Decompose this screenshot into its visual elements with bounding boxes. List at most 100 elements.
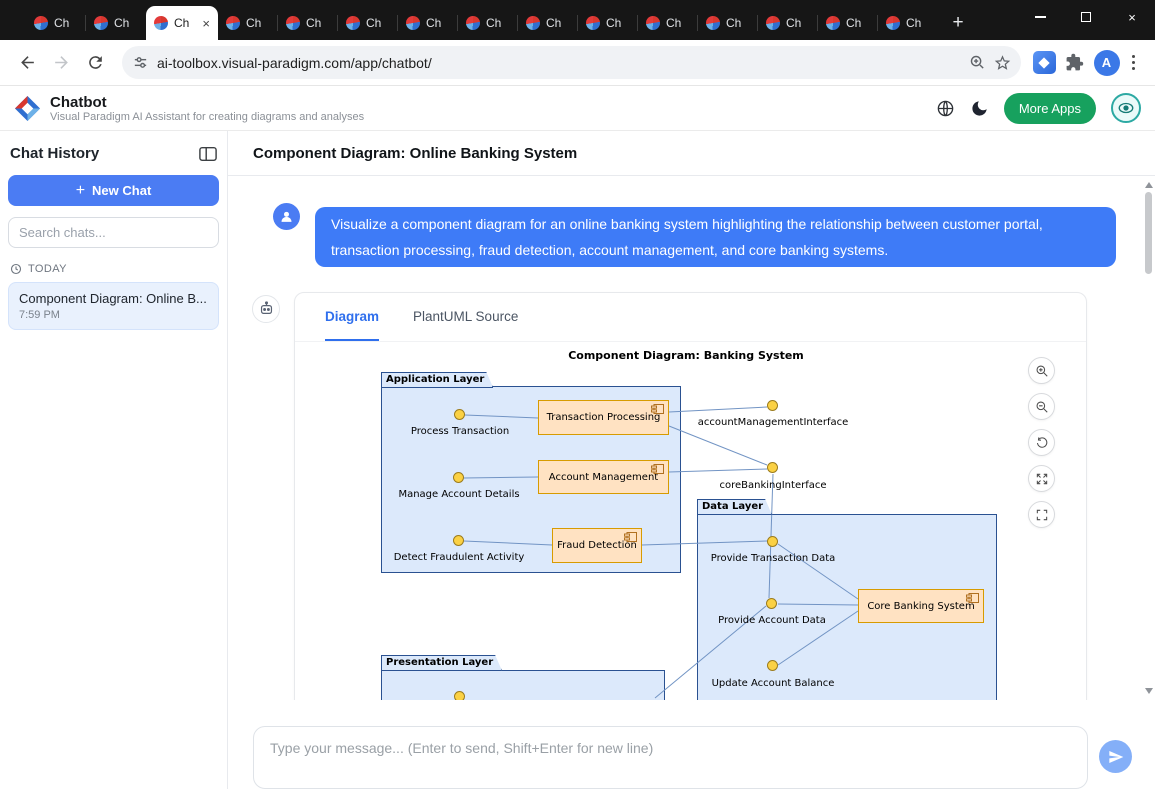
scrollbar-thumb[interactable] bbox=[1145, 192, 1152, 274]
zoom-in-icon[interactable] bbox=[1028, 357, 1055, 384]
collapse-sidebar-icon[interactable] bbox=[199, 146, 217, 162]
user-avatar bbox=[273, 203, 300, 230]
browser-tab[interactable]: Ch bbox=[638, 6, 698, 40]
clock-icon bbox=[10, 263, 22, 275]
sidebar-title: Chat History bbox=[10, 145, 99, 162]
tab-title: Ch bbox=[54, 16, 69, 30]
app-title-block: Chatbot Visual Paradigm AI Assistant for… bbox=[50, 94, 364, 123]
bookmark-star-icon[interactable] bbox=[994, 54, 1011, 71]
interface-core-banking bbox=[767, 462, 778, 473]
tab-title: Ch bbox=[306, 16, 321, 30]
port-manage-account-details bbox=[453, 472, 464, 483]
browser-tab[interactable]: Ch bbox=[86, 6, 146, 40]
profile-avatar[interactable]: A bbox=[1094, 50, 1120, 76]
interface-label: accountManagementInterface bbox=[698, 417, 848, 428]
site-favicon-icon bbox=[286, 16, 300, 30]
pinned-extension-icon[interactable] bbox=[1033, 51, 1056, 74]
browser-tab-active[interactable]: Ch × bbox=[146, 6, 218, 40]
message-input[interactable] bbox=[253, 726, 1088, 789]
browser-tab[interactable]: Ch bbox=[338, 6, 398, 40]
diagram-canvas[interactable]: Component Diagram: Banking System Applic… bbox=[307, 342, 1073, 700]
interface-account-management bbox=[767, 400, 778, 411]
assistant-avatar-icon[interactable] bbox=[1111, 93, 1141, 123]
fit-to-screen-icon[interactable] bbox=[1028, 465, 1055, 492]
browser-tab[interactable]: Ch bbox=[818, 6, 878, 40]
more-apps-button[interactable]: More Apps bbox=[1004, 93, 1096, 124]
new-chat-label: New Chat bbox=[92, 183, 151, 198]
new-chat-button[interactable]: + New Chat bbox=[8, 175, 219, 206]
bot-avatar bbox=[252, 295, 280, 323]
back-icon[interactable] bbox=[12, 48, 42, 78]
site-favicon-icon bbox=[466, 16, 480, 30]
browser-tab[interactable]: Ch bbox=[758, 6, 818, 40]
component-icon bbox=[651, 464, 664, 474]
site-favicon-icon bbox=[706, 16, 720, 30]
port-label: Provide Transaction Data bbox=[711, 553, 836, 564]
reload-icon[interactable] bbox=[80, 48, 110, 78]
browser-tab[interactable]: Ch bbox=[398, 6, 458, 40]
browser-tab[interactable]: Ch bbox=[578, 6, 638, 40]
tab-title: Ch bbox=[174, 16, 189, 30]
browser-tab[interactable]: Ch bbox=[26, 6, 86, 40]
browser-tab[interactable]: Ch bbox=[278, 6, 338, 40]
language-globe-icon[interactable] bbox=[936, 99, 955, 118]
zoom-out-icon[interactable] bbox=[1028, 393, 1055, 420]
tab-title: Ch bbox=[114, 16, 129, 30]
message-composer bbox=[228, 700, 1155, 789]
site-favicon-icon bbox=[34, 16, 48, 30]
port-provide-account-data bbox=[766, 598, 777, 609]
browser-menu-icon[interactable] bbox=[1124, 55, 1144, 71]
new-tab-button[interactable]: + bbox=[944, 9, 972, 37]
tab-title: Ch bbox=[726, 16, 741, 30]
component-label: Core Banking System bbox=[867, 601, 974, 612]
chat-history-sidebar: Chat History + New Chat TODAY Component … bbox=[0, 131, 228, 789]
site-favicon-icon bbox=[826, 16, 840, 30]
tab-title: Ch bbox=[786, 16, 801, 30]
site-controls-icon[interactable] bbox=[132, 54, 149, 71]
tab-title: Ch bbox=[666, 16, 681, 30]
browser-tab-bar: Ch Ch Ch × Ch Ch Ch Ch Ch Ch Ch Ch Ch Ch … bbox=[0, 0, 1155, 40]
site-favicon-icon bbox=[406, 16, 420, 30]
browser-tab[interactable]: Ch bbox=[458, 6, 518, 40]
fullscreen-icon[interactable] bbox=[1028, 501, 1055, 528]
browser-tab[interactable]: Ch bbox=[698, 6, 758, 40]
tab-title: Ch bbox=[366, 16, 381, 30]
page-title: Component Diagram: Online Banking System bbox=[228, 131, 1155, 176]
site-favicon-icon bbox=[586, 16, 600, 30]
browser-tab[interactable]: Ch bbox=[878, 6, 938, 40]
tab-diagram[interactable]: Diagram bbox=[325, 293, 379, 341]
browser-tab[interactable]: Ch bbox=[218, 6, 278, 40]
window-controls: × bbox=[1017, 0, 1155, 34]
browser-tab[interactable]: Ch bbox=[518, 6, 578, 40]
scroll-down-arrow-icon[interactable] bbox=[1145, 688, 1153, 694]
forward-icon[interactable] bbox=[46, 48, 76, 78]
send-plane-icon bbox=[1108, 749, 1124, 765]
reset-view-icon[interactable] bbox=[1028, 429, 1055, 456]
app-title: Chatbot bbox=[50, 94, 364, 111]
chats-section-header: TODAY bbox=[10, 263, 217, 275]
tab-close-icon[interactable]: × bbox=[202, 17, 210, 30]
chat-scrollbar[interactable] bbox=[1142, 176, 1155, 700]
dark-mode-moon-icon[interactable] bbox=[970, 99, 989, 118]
send-button[interactable] bbox=[1099, 740, 1132, 773]
component-label: Account Management bbox=[549, 472, 658, 483]
url-text[interactable]: ai-toolbox.visual-paradigm.com/app/chatb… bbox=[157, 55, 961, 71]
chat-history-item[interactable]: Component Diagram: Online B... 7:59 PM bbox=[8, 282, 219, 330]
search-chats-input[interactable] bbox=[8, 217, 219, 248]
tab-plantuml-source[interactable]: PlantUML Source bbox=[413, 293, 518, 341]
window-maximize-button[interactable] bbox=[1063, 0, 1109, 34]
component-icon bbox=[966, 593, 979, 603]
port-label: Update Account Balance bbox=[712, 678, 835, 689]
tab-title: Ch bbox=[906, 16, 921, 30]
extensions-puzzle-icon[interactable] bbox=[1060, 48, 1090, 78]
chat-item-title: Component Diagram: Online B... bbox=[19, 291, 208, 306]
window-close-button[interactable]: × bbox=[1109, 0, 1155, 34]
zoom-indicator-icon[interactable] bbox=[969, 54, 986, 71]
site-favicon-icon bbox=[346, 16, 360, 30]
package-tab-presentation-layer: Presentation Layer bbox=[381, 655, 502, 671]
port-provide-transaction-data bbox=[767, 536, 778, 547]
component-transaction-processing: Transaction Processing bbox=[538, 400, 669, 435]
url-bar[interactable]: ai-toolbox.visual-paradigm.com/app/chatb… bbox=[122, 46, 1021, 79]
scroll-up-arrow-icon[interactable] bbox=[1145, 182, 1153, 188]
window-minimize-button[interactable] bbox=[1017, 0, 1063, 34]
